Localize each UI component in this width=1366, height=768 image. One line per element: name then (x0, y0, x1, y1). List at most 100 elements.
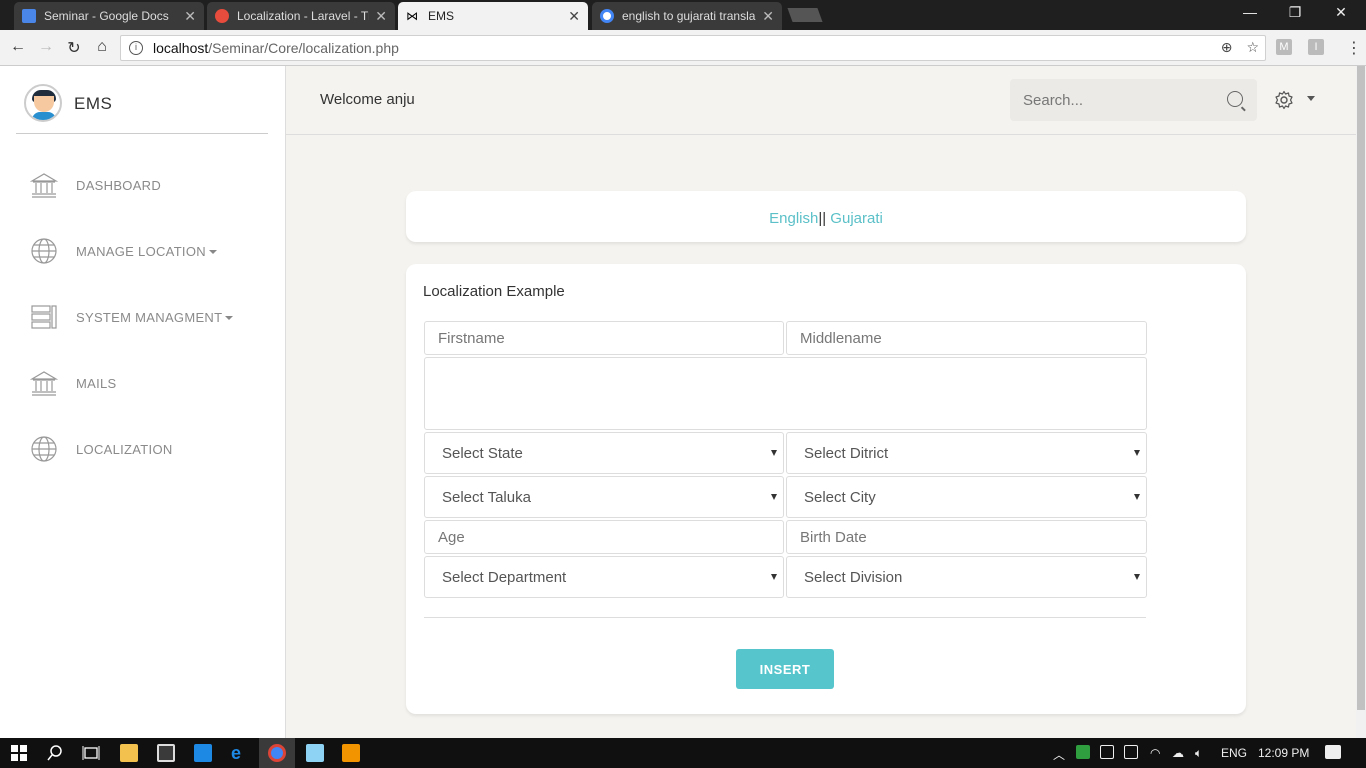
birth-date-field[interactable] (786, 520, 1147, 554)
tab-title: english to gujarati transla (622, 9, 756, 23)
taluka-select[interactable]: Select Taluka (424, 476, 784, 518)
tray-app-icon[interactable] (1076, 745, 1090, 759)
dropdown-arrow-icon (1134, 574, 1140, 580)
laravel-icon (215, 9, 229, 23)
edge-icon[interactable]: e (231, 744, 249, 762)
tab-seminar-docs[interactable]: Seminar - Google Docs ✕ (14, 2, 204, 30)
sidebar-item-manage-location[interactable]: MANAGE LOCATION (30, 236, 217, 266)
forward-button[interactable]: → (36, 38, 56, 56)
globe-icon (31, 238, 57, 264)
gear-icon[interactable] (1274, 90, 1294, 110)
mail-icon[interactable] (194, 744, 212, 762)
home-button[interactable]: ⌂ (92, 38, 112, 56)
division-select[interactable]: Select Division (786, 556, 1147, 598)
notepad-icon[interactable] (306, 744, 324, 762)
volume-icon[interactable]: 🔈︎ (1195, 746, 1202, 761)
district-select[interactable]: Select Ditrict (786, 432, 1147, 474)
minimize-button[interactable]: — (1230, 4, 1270, 20)
dropdown-arrow-icon (1134, 450, 1140, 456)
firstname-input[interactable] (438, 329, 783, 347)
city-select-value: Select City (804, 488, 876, 506)
age-input[interactable] (438, 528, 783, 546)
tab-google-translate[interactable]: english to gujarati transla ✕ (592, 2, 782, 30)
avatar-logo (24, 84, 62, 122)
bank-icon (30, 371, 58, 396)
url-input[interactable]: i localhost/Seminar/Core/localization.ph… (120, 35, 1266, 61)
restore-button[interactable]: ❐ (1275, 4, 1315, 21)
address-field[interactable] (424, 357, 1147, 430)
form-divider (424, 617, 1146, 618)
bank-icon (30, 173, 58, 198)
city-select[interactable]: Select City (786, 476, 1147, 518)
search-box[interactable] (1010, 79, 1257, 121)
dropdown-arrow-icon (771, 450, 777, 456)
chrome-icon[interactable] (268, 744, 286, 762)
close-icon[interactable]: ✕ (568, 8, 580, 25)
lang-separator: || (818, 210, 827, 227)
battery-icon[interactable] (1124, 745, 1138, 759)
page-scrollbar[interactable] (1356, 66, 1366, 738)
sidebar-item-label: DASHBOARD (76, 177, 162, 193)
bookmark-star-icon[interactable]: ☆ (1246, 39, 1259, 56)
tab-ems[interactable]: ⋈ EMS ✕ (398, 2, 588, 30)
caret-down-icon[interactable] (1307, 96, 1315, 101)
sidebar-item-localization[interactable]: LOCALIZATION (30, 434, 173, 464)
zoom-icon[interactable]: ⊕ (1221, 39, 1233, 56)
firstname-field[interactable] (424, 321, 784, 355)
notification-icon[interactable] (1325, 745, 1341, 759)
scrollbar-thumb[interactable] (1357, 66, 1365, 710)
tab-localization-laravel[interactable]: Localization - Laravel - Th ✕ (207, 2, 395, 30)
tray-app-icon[interactable] (1100, 745, 1114, 759)
address-textarea[interactable] (438, 366, 1146, 417)
store-icon[interactable] (157, 744, 175, 762)
state-select-value: Select State (442, 444, 523, 462)
list-icon (31, 305, 57, 329)
age-field[interactable] (424, 520, 784, 554)
reload-button[interactable]: ↻ (64, 38, 84, 58)
browser-tab-bar: Seminar - Google Docs ✕ Localization - L… (0, 0, 1366, 30)
new-tab-button[interactable] (787, 8, 823, 22)
gujarati-link[interactable]: Gujarati (826, 210, 883, 227)
birth-date-input[interactable] (800, 528, 1146, 546)
file-explorer-icon[interactable] (120, 744, 138, 762)
close-icon[interactable]: ✕ (762, 8, 774, 25)
sidebar-item-label: LOCALIZATION (76, 441, 173, 457)
tab-title: Seminar - Google Docs (44, 9, 169, 23)
brand-name: EMS (74, 94, 113, 113)
sidebar-item-dashboard[interactable]: DASHBOARD (30, 170, 161, 200)
department-select[interactable]: Select Department (424, 556, 784, 598)
chevron-up-icon[interactable]: ︿ (1053, 746, 1065, 763)
insert-button[interactable]: INSERT (736, 649, 834, 689)
divider (16, 133, 268, 134)
sublime-icon[interactable] (342, 744, 360, 762)
main-content: Welcome anju English|| Gujarati Localiza… (286, 66, 1356, 738)
close-icon[interactable]: ✕ (184, 8, 196, 25)
browser-menu-icon[interactable]: ⋮ (1346, 38, 1362, 58)
search-icon[interactable] (1227, 91, 1243, 107)
sidebar-item-mails[interactable]: MAILS (30, 368, 117, 398)
search-icon[interactable] (46, 744, 64, 762)
division-select-value: Select Division (804, 568, 903, 586)
extension-m-icon[interactable]: M (1276, 39, 1292, 55)
back-button[interactable]: ← (8, 38, 28, 56)
state-select[interactable]: Select State (424, 432, 784, 474)
search-input[interactable] (1023, 91, 1213, 109)
windows-start-icon[interactable] (10, 744, 28, 762)
sidebar-item-system-managment[interactable]: SYSTEM MANAGMENT (30, 302, 234, 332)
windows-taskbar: e ︿ ◠ ☁ 🔈︎ ENG 12:09 PM (0, 738, 1366, 768)
window-close-button[interactable]: ✕ (1321, 4, 1361, 21)
clock[interactable]: 12:09 PM (1258, 746, 1309, 760)
language-indicator[interactable]: ENG (1221, 746, 1247, 760)
tab-title: Localization - Laravel - Th (237, 9, 370, 23)
cloud-icon[interactable]: ☁ (1172, 746, 1184, 760)
extension-i-icon[interactable]: I (1308, 39, 1324, 55)
english-link[interactable]: English (769, 210, 818, 227)
wifi-icon[interactable]: ◠ (1150, 746, 1160, 760)
task-view-icon[interactable] (82, 744, 100, 762)
bow-tie-icon: ⋈ (406, 9, 418, 23)
middlename-input[interactable] (800, 329, 1146, 347)
info-icon[interactable]: i (129, 41, 143, 55)
close-icon[interactable]: ✕ (375, 8, 387, 25)
middlename-field[interactable] (786, 321, 1147, 355)
globe-icon (31, 436, 57, 462)
